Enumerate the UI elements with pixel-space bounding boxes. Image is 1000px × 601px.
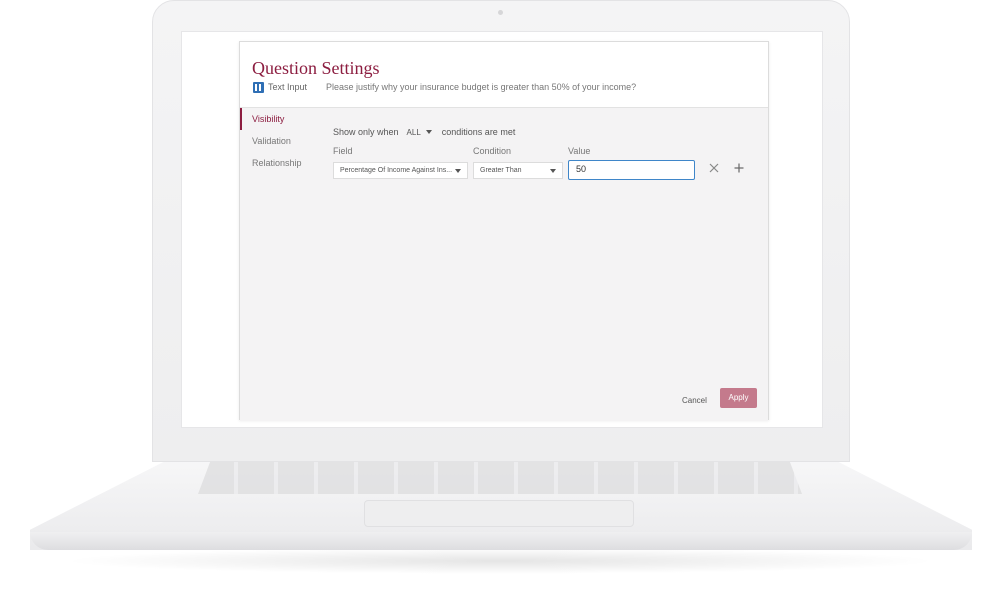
- laptop-shadow: [60, 548, 940, 574]
- cancel-button[interactable]: Cancel: [682, 394, 707, 408]
- question-text: Please justify why your insurance budget…: [326, 82, 637, 92]
- condition-dropdown-value: Greater Than: [480, 167, 522, 174]
- plus-icon: [734, 163, 744, 173]
- question-type-label: Text Input: [268, 82, 308, 92]
- dialog-body: Visibility Validation Relationship Show …: [240, 108, 768, 421]
- laptop-keyboard: [198, 462, 802, 494]
- condition-column-label: Condition: [473, 146, 512, 156]
- nav-item-validation[interactable]: Validation: [240, 130, 328, 152]
- caret-down-icon: [425, 130, 432, 134]
- match-mode-value: ALL: [406, 127, 421, 137]
- rule-prefix: Show only when: [333, 127, 399, 137]
- field-column-label: Field: [333, 146, 353, 156]
- field-dropdown[interactable]: Percentage Of Income Against Ins...: [333, 162, 468, 179]
- laptop-base-lip: [30, 532, 972, 550]
- nav-item-visibility[interactable]: Visibility: [240, 108, 328, 130]
- caret-down-icon: [455, 169, 461, 173]
- dialog-header: Question Settings Text Input Please just…: [240, 42, 768, 108]
- text-input-icon: [253, 82, 264, 93]
- close-icon: [709, 163, 719, 173]
- value-input[interactable]: 50: [568, 160, 695, 180]
- match-mode-dropdown[interactable]: ALL: [407, 128, 432, 137]
- dialog-title: Question Settings: [252, 58, 380, 78]
- question-settings-dialog: Question Settings Text Input Please just…: [239, 41, 769, 421]
- add-condition-button[interactable]: [732, 162, 746, 176]
- remove-condition-button[interactable]: [707, 162, 721, 176]
- nav-item-relationship[interactable]: Relationship: [240, 152, 328, 174]
- laptop-screen: Question Settings Text Input Please just…: [181, 31, 823, 428]
- laptop-touchpad: [364, 500, 634, 527]
- visibility-rule-line: Show only when ALL conditions are met: [333, 127, 515, 137]
- condition-dropdown[interactable]: Greater Than: [473, 162, 563, 179]
- apply-button[interactable]: Apply: [720, 388, 757, 408]
- field-dropdown-value: Percentage Of Income Against Ins...: [340, 167, 453, 174]
- caret-down-icon: [550, 169, 556, 173]
- laptop-camera: [498, 10, 503, 15]
- rule-suffix: conditions are met: [441, 127, 516, 137]
- value-column-label: Value: [568, 146, 591, 156]
